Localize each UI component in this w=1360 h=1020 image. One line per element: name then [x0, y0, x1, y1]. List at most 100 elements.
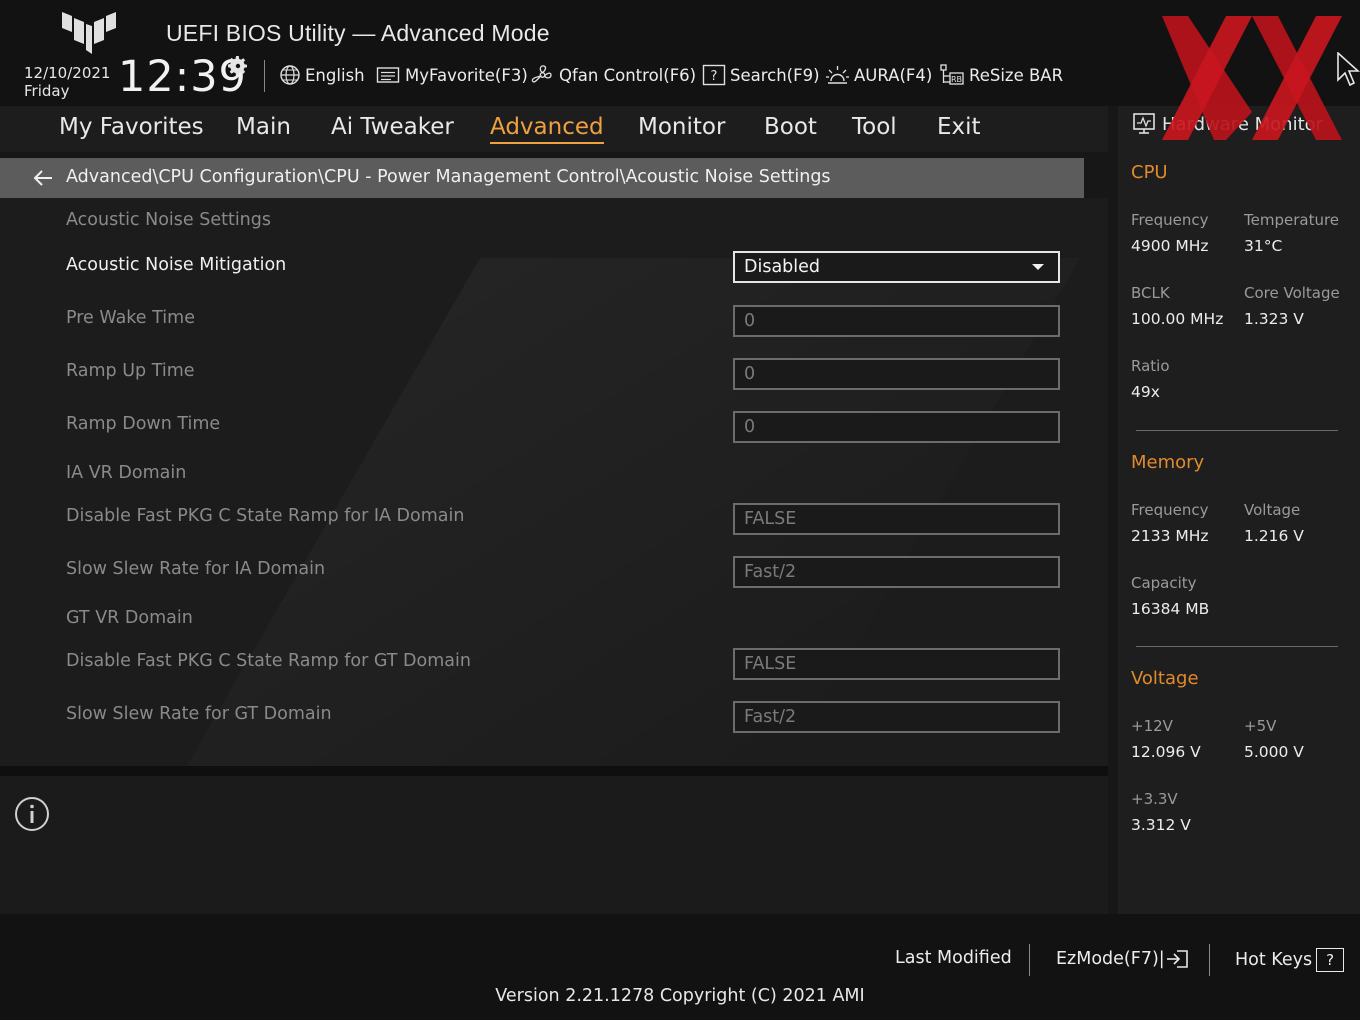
version-text: Version 2.21.1278 Copyright (C) 2021 AMI: [495, 986, 865, 1006]
last-modified-label: Last Modified: [895, 948, 1012, 968]
search-button[interactable]: ? Search(F9): [702, 62, 820, 88]
voltage-12v-label: +12V: [1131, 717, 1173, 735]
breadcrumb: Advanced\CPU Configuration\CPU - Power M…: [0, 158, 1084, 198]
slow-slew-gt-field: Fast/2: [733, 701, 1060, 733]
disable-fast-pkg-ia-field: FALSE: [733, 503, 1060, 535]
settings-panel: Acoustic Noise Settings Acoustic Noise M…: [0, 198, 1108, 766]
header: UEFI BIOS Utility — Advanced Mode 12/10/…: [0, 0, 1360, 106]
slow-slew-ia-label: Slow Slew Rate for IA Domain: [66, 559, 326, 579]
voltage-5v-value: 5.000 V: [1244, 743, 1304, 761]
aura-button[interactable]: AURA(F4): [825, 62, 932, 88]
footer: Last Modified EzMode(F7)| Hot Keys ? Ver…: [0, 914, 1360, 1020]
footer-separator: [1029, 944, 1030, 976]
watermark-logo: [1162, 16, 1342, 140]
pre-wake-time-field: 0: [733, 305, 1060, 337]
voltage-3v3-value: 3.312 V: [1131, 816, 1191, 834]
back-arrow-icon[interactable]: [32, 168, 54, 188]
voltage-5v-label: +5V: [1244, 717, 1277, 735]
section-heading-acoustic: Acoustic Noise Settings: [66, 210, 271, 230]
tab-main[interactable]: Main: [236, 114, 291, 140]
tab-boot[interactable]: Boot: [764, 114, 817, 140]
disable-fast-pkg-gt-label: Disable Fast PKG C State Ramp for GT Dom…: [66, 651, 471, 671]
day-text: Friday: [24, 82, 70, 100]
monitor-icon: [1133, 113, 1155, 134]
tab-my-favorites[interactable]: My Favorites: [59, 114, 204, 140]
ramp-down-time-field: 0: [733, 411, 1060, 443]
tuf-logo-icon: [62, 12, 116, 54]
acoustic-noise-mitigation-value: Disabled: [744, 257, 821, 277]
tab-ai-tweaker[interactable]: Ai Tweaker: [331, 114, 454, 140]
favorite-list-icon: [376, 67, 400, 83]
pre-wake-time-label: Pre Wake Time: [66, 308, 195, 328]
memory-capacity-label: Capacity: [1131, 574, 1197, 592]
last-modified-button[interactable]: Last Modified: [895, 948, 1012, 968]
globe-icon: [280, 65, 300, 85]
cpu-core-voltage-value: 1.323 V: [1244, 310, 1304, 328]
aura-label: AURA(F4): [854, 65, 933, 85]
acoustic-noise-mitigation-select[interactable]: Disabled: [733, 251, 1060, 283]
footer-separator: [1209, 944, 1210, 976]
cpu-temperature-value: 31°C: [1244, 237, 1283, 255]
info-icon: [15, 797, 49, 831]
tab-exit[interactable]: Exit: [937, 114, 981, 140]
ia-vr-domain-heading: IA VR Domain: [66, 463, 187, 483]
breadcrumb-path: Advanced\CPU Configuration\CPU - Power M…: [66, 167, 831, 187]
tab-tool[interactable]: Tool: [852, 114, 897, 140]
cpu-frequency-label: Frequency: [1131, 211, 1209, 229]
info-panel: [0, 776, 1108, 914]
hot-keys-button[interactable]: Hot Keys ?: [1235, 948, 1345, 972]
memory-frequency-value: 2133 MHz: [1131, 527, 1209, 545]
ramp-down-time-label: Ramp Down Time: [66, 414, 221, 434]
hot-keys-help-icon: ?: [1316, 948, 1345, 972]
language-label: English: [305, 65, 365, 85]
hot-keys-label: Hot Keys: [1235, 950, 1313, 970]
aura-light-icon: [826, 66, 849, 84]
voltage-3v3-label: +3.3V: [1131, 790, 1178, 808]
svg-text:RB: RB: [951, 75, 962, 84]
date-text: 12/10/2021: [24, 64, 111, 82]
voltage-12v-value: 12.096 V: [1131, 743, 1201, 761]
search-label: Search(F9): [730, 65, 820, 85]
info-separator: [0, 766, 1108, 776]
exit-arrow-icon: [1166, 950, 1188, 968]
qfan-control-button[interactable]: Qfan Control(F6): [530, 62, 696, 88]
tab-advanced[interactable]: Advanced: [490, 114, 604, 144]
hardware-monitor-panel: Hardware Monitor CPU Frequency 4900 MHz …: [1118, 106, 1360, 914]
memory-voltage-label: Voltage: [1244, 501, 1301, 519]
language-button[interactable]: English: [279, 62, 365, 88]
slow-slew-gt-label: Slow Slew Rate for GT Domain: [66, 704, 332, 724]
ramp-up-time-label: Ramp Up Time: [66, 361, 195, 381]
gear-icon[interactable]: [226, 54, 250, 78]
hw-section-memory: Memory: [1131, 452, 1205, 473]
search-help-icon: ?: [702, 64, 726, 86]
qfan-control-label: Qfan Control(F6): [559, 65, 697, 85]
hw-section-cpu: CPU: [1131, 162, 1168, 183]
cpu-core-voltage-label: Core Voltage: [1244, 284, 1340, 302]
my-favorite-button[interactable]: MyFavorite(F3): [376, 62, 528, 88]
cpu-ratio-label: Ratio: [1131, 357, 1170, 375]
date-display: 12/10/2021 Friday: [24, 64, 110, 100]
resize-bar-button[interactable]: RB ReSize BAR: [939, 62, 1063, 88]
slow-slew-ia-field: Fast/2: [733, 556, 1060, 588]
cpu-bclk-label: BCLK: [1131, 284, 1170, 302]
ezmode-button[interactable]: EzMode(F7)|: [1056, 948, 1191, 970]
memory-frequency-label: Frequency: [1131, 501, 1209, 519]
gt-vr-domain-heading: GT VR Domain: [66, 608, 193, 628]
acoustic-noise-mitigation-label: Acoustic Noise Mitigation: [66, 255, 287, 275]
fan-icon: [531, 65, 552, 83]
cpu-frequency-value: 4900 MHz: [1131, 237, 1209, 255]
tab-monitor[interactable]: Monitor: [638, 114, 725, 140]
ezmode-label: EzMode(F7)|: [1056, 949, 1165, 969]
disable-fast-pkg-ia-label: Disable Fast PKG C State Ramp for IA Dom…: [66, 506, 465, 526]
main-tabs: My Favorites Main Ai Tweaker Advanced Mo…: [0, 106, 1108, 152]
svg-text:?: ?: [711, 69, 718, 84]
cpu-bclk-value: 100.00 MHz: [1131, 310, 1224, 328]
resize-bar-icon: RB: [940, 64, 964, 85]
memory-voltage-value: 1.216 V: [1244, 527, 1304, 545]
dropdown-arrow-icon: [1032, 264, 1044, 270]
resize-bar-label: ReSize BAR: [969, 65, 1064, 85]
memory-capacity-value: 16384 MB: [1131, 600, 1210, 618]
hw-divider-memory: [1136, 646, 1338, 647]
cpu-ratio-value: 49x: [1131, 383, 1160, 401]
cpu-temperature-label: Temperature: [1244, 211, 1340, 229]
